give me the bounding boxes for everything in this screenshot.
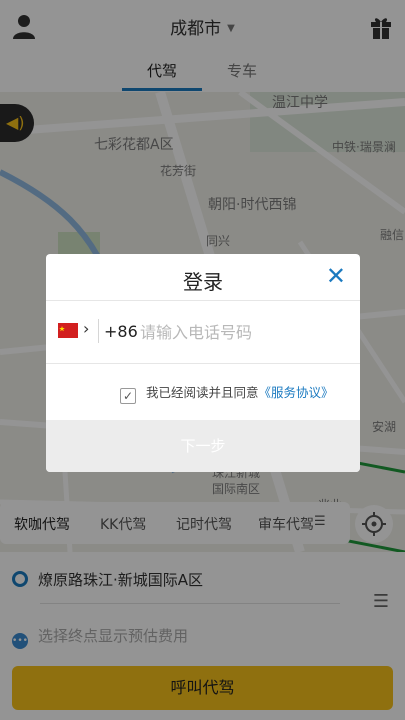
- service-agreement-link[interactable]: 《服务协议》: [259, 385, 334, 400]
- agreement-row: ✓ 我已经阅读并且同意《服务协议》: [120, 382, 334, 404]
- close-icon[interactable]: ✕: [326, 262, 346, 290]
- agree-text: 我已经阅读并且同意: [146, 385, 259, 400]
- phone-input[interactable]: [140, 317, 350, 347]
- chevron-right-icon[interactable]: ›: [83, 319, 89, 338]
- divider: [98, 319, 99, 343]
- divider: [46, 363, 360, 364]
- phone-row: › +86: [46, 301, 360, 363]
- country-code: +86: [104, 322, 138, 341]
- china-flag-icon[interactable]: [58, 323, 78, 338]
- next-button[interactable]: 下一步: [46, 420, 360, 472]
- dialog-title: 登录: [183, 270, 223, 294]
- agree-checkbox[interactable]: ✓: [120, 388, 136, 404]
- login-dialog: 登录 ✕ › +86 ✓ 我已经阅读并且同意《服务协议》 下一步: [46, 254, 360, 472]
